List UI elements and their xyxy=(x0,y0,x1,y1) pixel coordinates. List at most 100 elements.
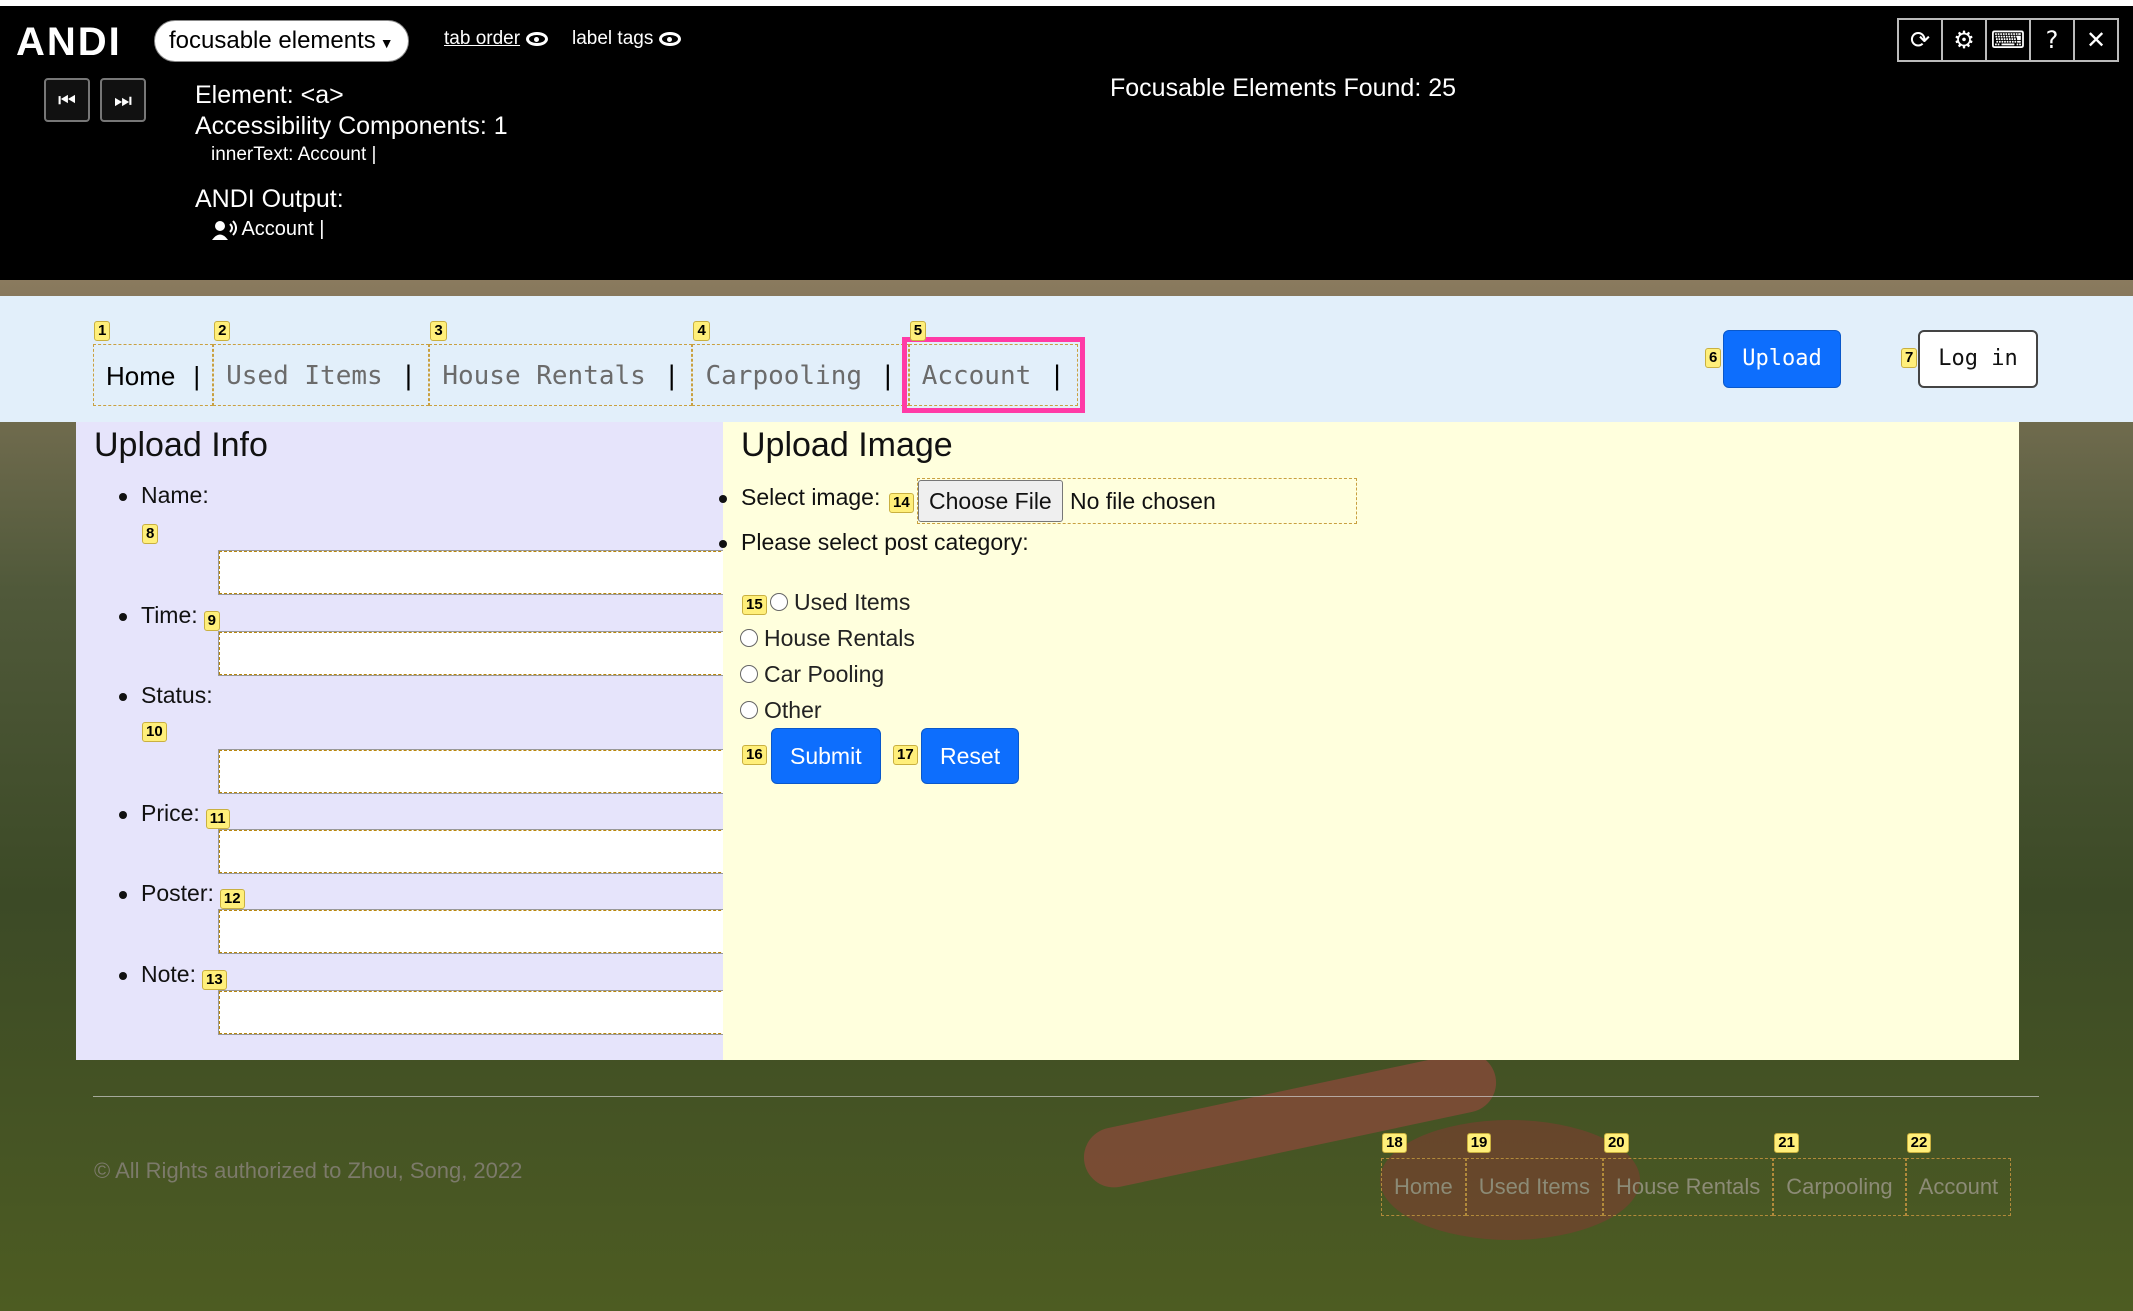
nav-home-label: Home xyxy=(106,361,176,391)
tab-order-badge: 15 xyxy=(742,595,767,615)
chevron-down-icon: ▼ xyxy=(379,35,394,51)
tab-order-badge: 1 xyxy=(94,321,111,341)
label-tags-toggle[interactable]: label tags xyxy=(572,28,682,50)
file-status: No file chosen xyxy=(1070,488,1216,514)
radio-used-items[interactable]: Used Items xyxy=(770,589,910,616)
tab-order-badge: 14 xyxy=(889,493,914,513)
tab-order-toggle[interactable]: tab order xyxy=(444,28,549,50)
footer-link-carpooling[interactable]: 21 Carpooling xyxy=(1773,1133,1906,1216)
poster-input[interactable] xyxy=(218,909,782,954)
nav-carpooling[interactable]: 4 Carpooling | xyxy=(692,321,909,406)
radio-button[interactable] xyxy=(740,664,758,683)
status-label: Status: xyxy=(119,682,213,708)
footer-link-account[interactable]: 22 Account xyxy=(1905,1133,2012,1216)
footer-nav: 18 Home 19 Used Items 20 House Rentals 2… xyxy=(1381,1133,2012,1216)
tab-order-badge: 11 xyxy=(205,809,230,829)
nav-used-items-label: Used Items xyxy=(226,361,383,391)
module-select[interactable]: focusable elements ▼ xyxy=(154,20,409,62)
nav-home[interactable]: 1 Home | xyxy=(93,321,214,406)
price-label: Price: 11 xyxy=(119,800,230,829)
tab-order-badge: 9 xyxy=(203,611,220,631)
module-select-label: focusable elements xyxy=(169,27,376,54)
tab-order-badge: 6 xyxy=(1705,348,1722,368)
footer-divider xyxy=(93,1096,2039,1097)
tab-order-badge: 22 xyxy=(1906,1133,1932,1153)
select-image-label: Select image: xyxy=(718,484,881,510)
nav-house-rentals[interactable]: 3 House Rentals | xyxy=(429,321,693,406)
nav-separator: | xyxy=(880,361,896,391)
footer-link-label: Home xyxy=(1394,1174,1453,1199)
login-button[interactable]: Log in xyxy=(1918,330,2038,388)
andi-toolbar: ANDI focusable elements ▼ tab order label… xyxy=(0,0,2133,280)
skip-next-icon: ⏭ xyxy=(114,88,132,112)
choose-file-button[interactable]: Choose File xyxy=(918,480,1063,522)
footer-link-home[interactable]: 18 Home xyxy=(1381,1133,1466,1216)
name-input[interactable] xyxy=(218,550,782,595)
accessibility-components: Accessibility Components: 1 xyxy=(195,112,508,140)
nav-account-label: Account xyxy=(921,361,1032,391)
nav-used-items[interactable]: 2 Used Items | xyxy=(213,321,430,406)
price-input[interactable] xyxy=(218,829,782,874)
tab-order-badge: 18 xyxy=(1382,1133,1407,1153)
inner-text: innerText: Account | xyxy=(211,144,377,165)
footer-link-label: House Rentals xyxy=(1615,1174,1761,1199)
upload-info-title: Upload Info xyxy=(94,426,268,464)
footer-link-label: Used Items xyxy=(1478,1174,1590,1199)
time-label: Time: 9 xyxy=(119,602,220,631)
tab-order-badge: 20 xyxy=(1603,1133,1629,1153)
andi-output: Account | xyxy=(195,215,508,243)
tab-order-badge: 10 xyxy=(142,722,167,742)
radio-button[interactable] xyxy=(740,700,758,719)
tab-order-badge: 8 xyxy=(142,524,159,544)
gear-icon[interactable]: ⚙ xyxy=(1941,18,1987,62)
footer-link-house-rentals[interactable]: 20 House Rentals xyxy=(1602,1133,1774,1216)
andi-output-text: Account | xyxy=(241,218,325,240)
tab-order-badge: 21 xyxy=(1774,1133,1799,1153)
next-element-button[interactable]: ⏭ xyxy=(100,78,146,122)
radio-button[interactable] xyxy=(740,628,758,647)
nav-separator: | xyxy=(663,361,680,391)
tab-order-badge: 12 xyxy=(219,889,245,909)
footer-link-used-items[interactable]: 19 Used Items xyxy=(1465,1133,1603,1216)
radio-car-pooling[interactable]: Car Pooling xyxy=(740,661,884,688)
radio-button[interactable] xyxy=(770,592,788,611)
tab-order-badge: 5 xyxy=(909,321,927,341)
close-icon[interactable]: ✕ xyxy=(2073,18,2119,62)
radio-label: Car Pooling xyxy=(764,661,885,687)
upload-button[interactable]: Upload xyxy=(1723,330,1841,388)
footer-link-label: Carpooling xyxy=(1786,1174,1893,1199)
tab-order-badge: 7 xyxy=(1901,348,1918,368)
eye-icon xyxy=(526,31,549,46)
andi-tool-icons: ⟳ ⚙ ⌨ ? ✕ xyxy=(1897,18,2119,62)
site-navbar: 1 Home | 2 Used Items | 3 House Rentals | 4… xyxy=(0,296,2133,422)
status-input[interactable] xyxy=(218,749,782,794)
file-input[interactable]: Choose File No file chosen xyxy=(917,478,1357,524)
skip-previous-icon: ⏮ xyxy=(58,88,76,112)
nav-carpooling-label: Carpooling xyxy=(705,361,863,391)
refresh-icon[interactable]: ⟳ xyxy=(1897,18,1943,62)
note-input[interactable] xyxy=(218,990,782,1035)
copyright-text: © All Rights authorized to Zhou, Song, 2… xyxy=(94,1158,523,1183)
andi-element-info: Element: <a> Accessibility Components: 1… xyxy=(195,80,508,243)
nav-items: 1 Home | 2 Used Items | 3 House Rentals | 4… xyxy=(93,321,1085,413)
element-tag: Element: <a> xyxy=(195,81,344,109)
help-icon[interactable]: ? xyxy=(2029,18,2075,62)
nav-account[interactable]: 5 Account | xyxy=(901,321,1085,413)
eye-icon xyxy=(659,31,682,46)
radio-label: Other xyxy=(764,697,822,723)
name-label: Name: xyxy=(119,482,209,508)
time-input[interactable] xyxy=(218,631,782,676)
radio-house-rentals[interactable]: House Rentals xyxy=(740,625,915,652)
footer-link-label: Account xyxy=(1918,1174,1999,1199)
tab-order-badge: 16 xyxy=(742,745,767,765)
note-label: Note: 13 xyxy=(119,961,227,990)
keyboard-icon[interactable]: ⌨ xyxy=(1985,18,2031,62)
radio-other[interactable]: Other xyxy=(740,697,822,724)
andi-logo: ANDI xyxy=(16,20,122,64)
submit-button[interactable]: Submit xyxy=(771,728,881,784)
previous-element-button[interactable]: ⏮ xyxy=(44,78,90,122)
tab-order-label: tab order xyxy=(444,28,521,49)
nav-separator: | xyxy=(400,361,417,391)
upload-info-panel: Upload Info Name: 8 Time: 9 Status: 10 Pr… xyxy=(76,422,782,1060)
reset-button[interactable]: Reset xyxy=(921,728,1020,784)
